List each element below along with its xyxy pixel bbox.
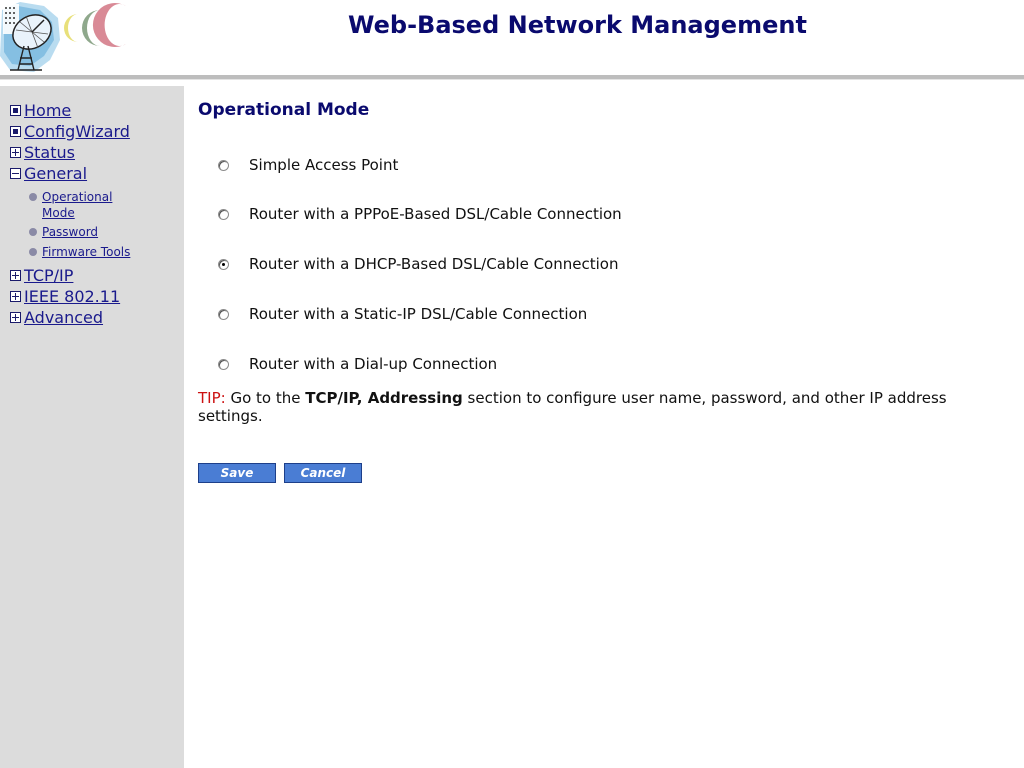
sidebar-link-tcpip[interactable]: TCP/IP (24, 266, 73, 285)
sublink-line: Mode (42, 206, 75, 220)
app-title: Web-Based Network Management (348, 11, 807, 39)
sidebar-link-configwizard[interactable]: ConfigWizard (24, 122, 130, 141)
sidebar-subitem-firmware-tools[interactable]: Firmware Tools (29, 244, 142, 260)
plus-box-icon[interactable] (10, 269, 21, 281)
sidebar-item-status[interactable]: Status (10, 142, 75, 162)
sidebar-link-general[interactable]: General (24, 164, 87, 183)
sidebar-subitem-password[interactable]: Password (29, 224, 142, 240)
radio-button[interactable] (218, 159, 229, 171)
save-button[interactable]: Save (198, 463, 276, 483)
option-label: Router with a Static-IP DSL/Cable Connec… (249, 305, 588, 323)
minus-box-icon[interactable] (10, 167, 21, 179)
sidebar-item-home[interactable]: Home (10, 100, 71, 120)
bullet-icon (29, 228, 37, 236)
sidebar-item-general[interactable]: General (10, 163, 87, 183)
sidebar-link-advanced[interactable]: Advanced (24, 308, 103, 327)
plus-box-icon[interactable] (10, 146, 21, 158)
radio-button[interactable] (218, 358, 229, 370)
main-content: Operational Mode Simple Access Point Rou… (184, 86, 1024, 768)
sidebar-subitem-operational-mode[interactable]: Operational Mode (29, 189, 142, 221)
tip-prefix: TIP: (198, 389, 226, 407)
option-simple-access-point[interactable]: Simple Access Point (218, 155, 398, 175)
option-label: Router with a DHCP-Based DSL/Cable Conne… (249, 255, 619, 273)
header: Web-Based Network Management (0, 0, 1024, 76)
header-divider-light (0, 79, 1024, 80)
option-label: Router with a Dial-up Connection (249, 355, 498, 373)
cancel-button[interactable]: Cancel (284, 463, 362, 483)
sidebar-item-configwizard[interactable]: ConfigWizard (10, 121, 130, 141)
plus-box-icon[interactable] (10, 311, 21, 323)
dot-box-icon (10, 104, 21, 116)
radio-button-selected[interactable] (218, 258, 229, 270)
sidebar-sublink-operational-mode[interactable]: Operational Mode (42, 189, 142, 221)
option-router-dialup[interactable]: Router with a Dial-up Connection (218, 354, 497, 374)
plus-box-icon[interactable] (10, 290, 21, 302)
page-title: Operational Mode (198, 100, 370, 120)
sidebar-link-ieee80211[interactable]: IEEE 802.11 (24, 287, 120, 306)
sidebar-item-ieee80211[interactable]: IEEE 802.11 (10, 286, 120, 306)
sublink-line: Operational (42, 190, 113, 204)
dot-box-icon (10, 125, 21, 137)
sidebar-link-home[interactable]: Home (24, 101, 71, 120)
option-router-static-ip[interactable]: Router with a Static-IP DSL/Cable Connec… (218, 304, 587, 324)
bullet-icon (29, 193, 37, 201)
satellite-dish-logo (0, 2, 126, 72)
sidebar-sublink-password[interactable]: Password (42, 224, 142, 240)
bullet-icon (29, 248, 37, 256)
option-label: Simple Access Point (249, 156, 399, 174)
sidebar-item-tcpip[interactable]: TCP/IP (10, 265, 73, 285)
tip-text: TIP: Go to the TCP/IP, Addressing sectio… (198, 389, 988, 425)
sidebar-item-advanced[interactable]: Advanced (10, 307, 103, 327)
tip-before: Go to the (225, 389, 306, 407)
tip-bold: TCP/IP, Addressing (305, 389, 463, 407)
radio-button[interactable] (218, 208, 229, 220)
option-router-dhcp[interactable]: Router with a DHCP-Based DSL/Cable Conne… (218, 254, 618, 274)
radio-button[interactable] (218, 308, 229, 320)
option-router-pppoe[interactable]: Router with a PPPoE-Based DSL/Cable Conn… (218, 204, 622, 224)
sidebar-nav: Home ConfigWizard Status General Operati… (0, 86, 184, 768)
sidebar-sublink-firmware-tools[interactable]: Firmware Tools (42, 244, 142, 260)
sidebar-link-status[interactable]: Status (24, 143, 75, 162)
option-label: Router with a PPPoE-Based DSL/Cable Conn… (249, 205, 622, 223)
